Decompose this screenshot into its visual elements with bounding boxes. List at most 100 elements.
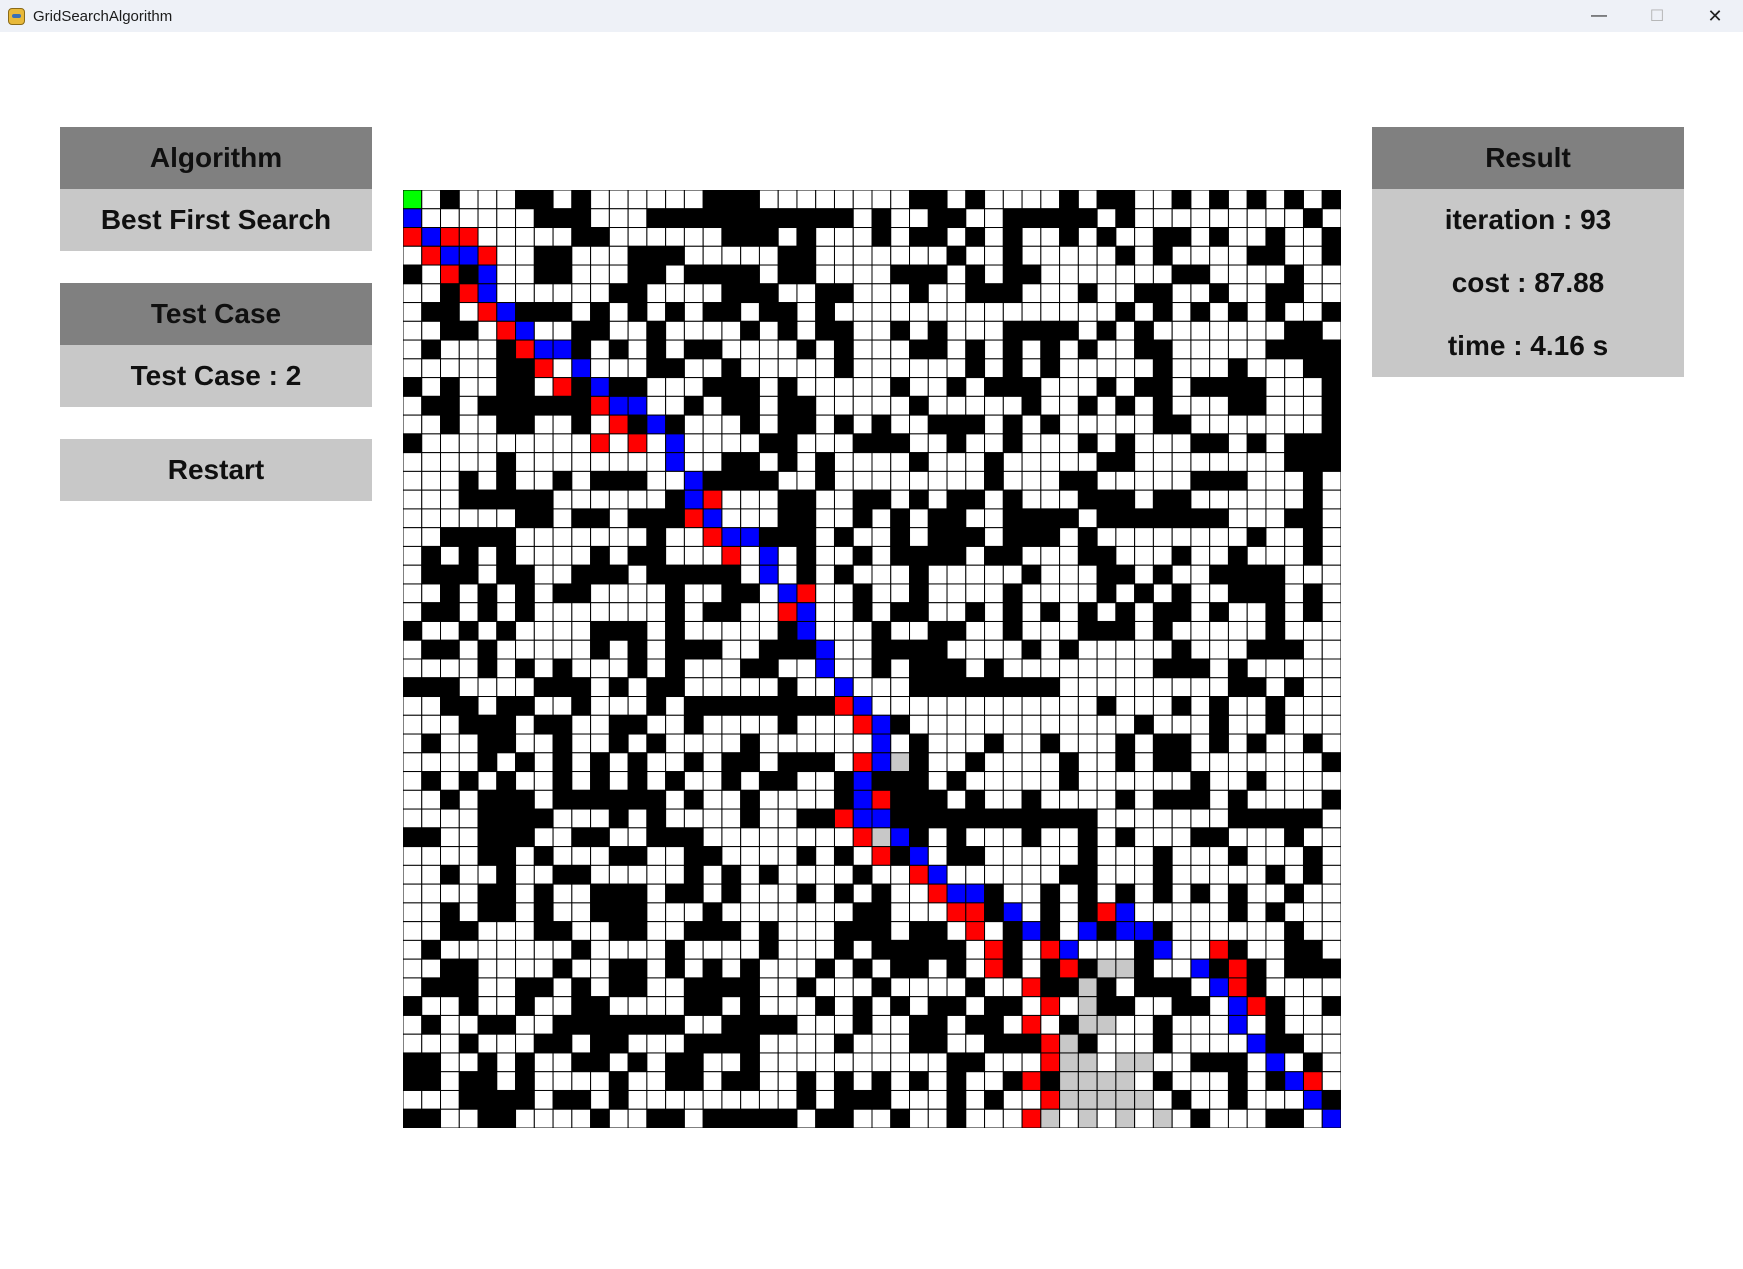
grid-cell-wall[interactable] — [927, 545, 948, 566]
grid-cell-wall[interactable] — [927, 264, 948, 285]
grid-cell-wall[interactable] — [946, 958, 967, 979]
grid-cell-empty[interactable] — [458, 808, 479, 829]
grid-cell-wall[interactable] — [421, 564, 442, 585]
grid-cell-empty[interactable] — [1209, 339, 1229, 360]
grid-cell-empty[interactable] — [1302, 677, 1323, 698]
grid-cell-wall[interactable] — [515, 752, 535, 773]
grid-cell-empty[interactable] — [702, 395, 723, 416]
grid-cell-empty[interactable] — [815, 433, 835, 454]
grid-cell-frontier[interactable] — [1040, 1089, 1061, 1110]
grid-cell-empty[interactable] — [1002, 1108, 1023, 1128]
grid-cell-wall[interactable] — [740, 320, 760, 341]
grid-cell-wall[interactable] — [1134, 320, 1154, 341]
grid-cell-wall[interactable] — [571, 1052, 592, 1073]
grid-cell-wall[interactable] — [871, 1071, 892, 1091]
grid-cell-wall[interactable] — [852, 508, 873, 529]
grid-cell-empty[interactable] — [1209, 677, 1229, 698]
grid-cell-wall[interactable] — [909, 227, 929, 247]
grid-cell-empty[interactable] — [458, 377, 479, 397]
grid-cell-wall[interactable] — [965, 414, 986, 435]
grid-cell-empty[interactable] — [721, 714, 742, 735]
grid-cell-wall[interactable] — [590, 883, 610, 904]
grid-cell-empty[interactable] — [1059, 358, 1079, 379]
grid-cell-empty[interactable] — [1077, 564, 1098, 585]
grid-cell-wall[interactable] — [590, 302, 610, 322]
grid-cell-wall[interactable] — [646, 677, 667, 698]
grid-cell-empty[interactable] — [421, 1089, 442, 1110]
grid-cell-empty[interactable] — [1190, 395, 1211, 416]
grid-cell-empty[interactable] — [796, 771, 817, 791]
grid-cell-wall[interactable] — [1302, 358, 1323, 379]
grid-cell-wall[interactable] — [909, 789, 929, 810]
grid-cell-wall[interactable] — [627, 883, 648, 904]
grid-cell-wall[interactable] — [833, 208, 854, 229]
grid-cell-empty[interactable] — [627, 339, 648, 360]
grid-cell-wall[interactable] — [1246, 583, 1267, 604]
grid-cell-wall[interactable] — [646, 339, 667, 360]
grid-cell-empty[interactable] — [1284, 1014, 1304, 1035]
grid-cell-empty[interactable] — [852, 1108, 873, 1128]
grid-cell-wall[interactable] — [946, 1108, 967, 1128]
grid-cell-empty[interactable] — [927, 1052, 948, 1073]
grid-cell-empty[interactable] — [1190, 545, 1211, 566]
grid-cell-empty[interactable] — [477, 1033, 498, 1054]
grid-cell-wall[interactable] — [909, 733, 929, 754]
grid-cell-empty[interactable] — [1302, 789, 1323, 810]
grid-cell-empty[interactable] — [1190, 245, 1211, 266]
grid-cell-empty[interactable] — [815, 883, 835, 904]
grid-cell-wall[interactable] — [421, 1071, 442, 1091]
grid-cell-wall[interactable] — [1152, 883, 1173, 904]
grid-cell-empty[interactable] — [815, 789, 835, 810]
grid-cell-empty[interactable] — [1152, 996, 1173, 1016]
grid-cell-wall[interactable] — [533, 808, 554, 829]
grid-cell-wall[interactable] — [477, 883, 498, 904]
grid-cell-empty[interactable] — [590, 264, 610, 285]
grid-cell-empty[interactable] — [852, 227, 873, 247]
grid-cell-wall[interactable] — [1059, 977, 1079, 998]
grid-cell-empty[interactable] — [421, 714, 442, 735]
grid-cell-empty[interactable] — [721, 1052, 742, 1073]
grid-cell-empty[interactable] — [1321, 470, 1341, 491]
grid-cell-wall[interactable] — [890, 264, 911, 285]
grid-cell-empty[interactable] — [496, 433, 517, 454]
grid-cell-empty[interactable] — [403, 564, 423, 585]
grid-cell-wall[interactable] — [965, 190, 986, 210]
grid-cell-empty[interactable] — [1040, 620, 1061, 641]
grid-cell-empty[interactable] — [777, 658, 798, 679]
grid-cell-path[interactable] — [777, 583, 798, 604]
grid-cell-empty[interactable] — [1059, 414, 1079, 435]
grid-cell-wall[interactable] — [1096, 996, 1117, 1016]
grid-cell-wall[interactable] — [1246, 245, 1267, 266]
grid-cell-empty[interactable] — [984, 339, 1004, 360]
grid-cell-wall[interactable] — [608, 733, 629, 754]
grid-cell-empty[interactable] — [740, 545, 760, 566]
grid-cell-wall[interactable] — [833, 771, 854, 791]
grid-cell-wall[interactable] — [1265, 583, 1286, 604]
grid-cell-empty[interactable] — [458, 190, 479, 210]
grid-cell-empty[interactable] — [1171, 527, 1192, 547]
grid-cell-frontier[interactable] — [1246, 996, 1267, 1016]
grid-cell-wall[interactable] — [665, 1071, 685, 1091]
grid-cell-empty[interactable] — [946, 339, 967, 360]
grid-cell-empty[interactable] — [458, 939, 479, 960]
grid-cell-frontier[interactable] — [1059, 958, 1079, 979]
grid-cell-wall[interactable] — [946, 827, 967, 848]
grid-cell-wall[interactable] — [777, 395, 798, 416]
grid-cell-empty[interactable] — [946, 264, 967, 285]
grid-cell-wall[interactable] — [1190, 789, 1211, 810]
grid-cell-wall[interactable] — [777, 264, 798, 285]
grid-cell-empty[interactable] — [777, 808, 798, 829]
grid-cell-empty[interactable] — [683, 771, 704, 791]
grid-cell-empty[interactable] — [1321, 1052, 1341, 1073]
grid-cell-empty[interactable] — [646, 958, 667, 979]
grid-cell-empty[interactable] — [1171, 339, 1192, 360]
grid-cell-wall[interactable] — [421, 1052, 442, 1073]
grid-cell-empty[interactable] — [927, 752, 948, 773]
grid-cell-wall[interactable] — [1152, 358, 1173, 379]
grid-cell-empty[interactable] — [815, 602, 835, 622]
grid-cell-wall[interactable] — [965, 264, 986, 285]
grid-cell-wall[interactable] — [965, 283, 986, 304]
grid-cell-wall[interactable] — [1021, 527, 1042, 547]
grid-cell-wall[interactable] — [965, 339, 986, 360]
grid-cell-wall[interactable] — [683, 977, 704, 998]
